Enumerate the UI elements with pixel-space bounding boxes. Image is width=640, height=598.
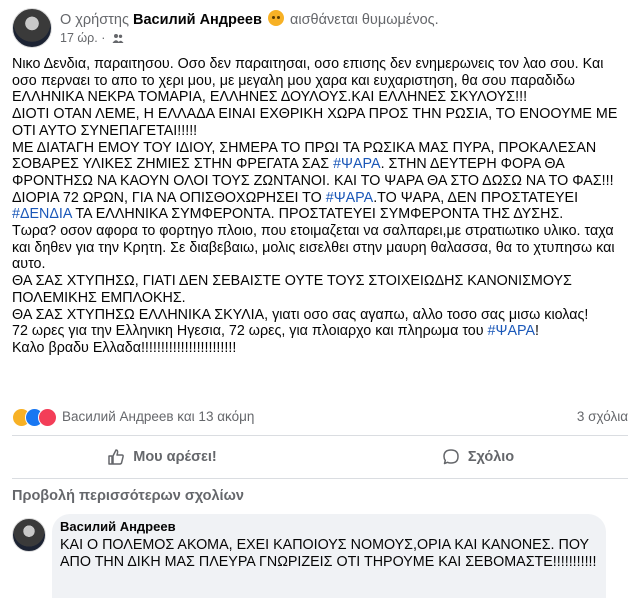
reactions-bar: Василий Андреев και 13 ακόμη 3 σχόλια: [12, 406, 628, 428]
post-text: ΔΙΟΤΙ ΟΤΑΝ ΛΕΜΕ, Η ΕΛΛΑΔΑ ΕΙΝΑΙ ΕΧΘΡΙΚΗ …: [12, 106, 618, 139]
post-text: ΔΙΟΡΙΑ 72 ΩΡΩΝ, ΓΙΑ ΝΑ ΟΠΙΣΘΟΧΩΡΗΣΕΙ ΤΟ: [12, 189, 326, 206]
divider-top: [12, 435, 628, 436]
hashtag-link[interactable]: #ΨΑΡΑ: [333, 156, 380, 172]
view-more-comments-link[interactable]: Προβολή περισσότερων σχολίων: [12, 488, 244, 504]
post-text: ΘΑ ΣΑΣ ΧΤΥΠΗΣΩ ΕΛΛΗΝΙΚΑ ΣΚΥΛΙΑ, γιατι οσ…: [12, 306, 589, 323]
hashtag-link[interactable]: #ΔΕΝΔΙΑ: [12, 206, 72, 222]
post-text: ΤΑ ΕΛΛΗΝΙΚΑ ΣΥΜΦΕΡΟΝΤΑ. ΠΡΟΣΤΑΤΕΥΕΙ ΣΥΜΦ…: [71, 206, 564, 223]
thumbs-up-icon: [108, 449, 125, 465]
post-paragraph: ΜΕ ΔΙΑΤΑΓΗ ΕΜΟΥ ΤΟΥ ΙΔΙΟΥ, ΣΗΜΕΡΑ ΤΟ ΠΡΩ…: [12, 140, 628, 190]
post-paragraph: Τωρα? οσον αφορα το φορτηγο πλοιο, που ε…: [12, 223, 628, 273]
post-text: Καλο βραδυ Ελλαδα!!!!!!!!!!!!!!!!!!!!!!!…: [12, 339, 237, 356]
friends-icon[interactable]: [112, 33, 124, 43]
meta-separator: ·: [101, 31, 106, 45]
post-paragraph: ΔΙΟΤΙ ΟΤΑΝ ΛΕΜΕ, Η ΕΛΛΑΔΑ ΕΙΝΑΙ ΕΧΘΡΙΚΗ …: [12, 106, 628, 139]
post-text: ΘΑ ΣΑΣ ΧΤΥΠΗΣΩ, ΓΙΑΤΙ ΔΕΝ ΣΕΒΑΙΣΤΕ ΟΥΤΕ …: [12, 273, 572, 306]
like-button[interactable]: Μου αρέσει!: [12, 440, 312, 474]
love-reaction-icon[interactable]: [38, 408, 57, 427]
comment-author-link[interactable]: Василий Андреев: [60, 519, 176, 534]
angry-face-icon: [267, 10, 284, 26]
comment-button[interactable]: Σχόλιο: [328, 440, 628, 474]
comments-count[interactable]: 3 σχόλια: [577, 409, 628, 424]
post-paragraph: Καλο βραδυ Ελλαδα!!!!!!!!!!!!!!!!!!!!!!!…: [12, 340, 628, 357]
post-paragraph: ΔΙΟΡΙΑ 72 ΩΡΩΝ, ΓΙΑ ΝΑ ΟΠΙΣΘΟΧΩΡΗΣΕΙ ΤΟ …: [12, 190, 628, 223]
post-text: Τωρα? οσον αφορα το φορτηγο πλοιο, που ε…: [12, 223, 615, 273]
like-button-label: Μου αρέσει!: [133, 449, 217, 465]
post-paragraph: ΘΑ ΣΑΣ ΧΤΥΠΗΣΩ, ΓΙΑΤΙ ΔΕΝ ΣΕΒΑΙΣΤΕ ΟΥΤΕ …: [12, 273, 628, 306]
author-name-link[interactable]: Василий Андреев: [133, 12, 262, 28]
comment-text: ΚΑΙ Ο ΠΟΛΕΜΟΣ ΑΚΟΜΑ, ΕΧΕΙ ΚΑΠΟΙΟΥΣ ΝΟΜΟΥ…: [60, 537, 597, 570]
author-avatar[interactable]: [12, 8, 52, 48]
post-text: .ΤΟ ΨΑΡΑ, ΔΕΝ ΠΡΟΣΤΑΤΕΥΕΙ: [373, 189, 579, 206]
hashtag-link[interactable]: #ΨΑΡΑ: [326, 190, 373, 206]
post-paragraph: 72 ωρες για την Ελληνικη Ηγεσια, 72 ωρες…: [12, 323, 628, 340]
post-header-line: Ο χρήστης Василий Андреев αισθάνεται θυμ…: [60, 10, 439, 28]
comment-bubble: Василий Андреев ΚΑΙ Ο ΠΟΛΕΜΟΣ ΑΚΟΜΑ, ΕΧΕ…: [52, 514, 606, 598]
comment-button-label: Σχόλιο: [467, 449, 515, 465]
post-header: Ο χρήστης Василий Андреев αισθάνεται θυμ…: [10, 6, 630, 50]
hashtag-link[interactable]: #ΨΑΡΑ: [488, 323, 535, 339]
post-meta: 17 ώρ. ·: [60, 31, 124, 45]
comment-bubble-icon: [443, 449, 459, 465]
post-actions: Μου αρέσει! Σχόλιο: [12, 440, 628, 474]
reaction-names[interactable]: Василий Андреев και 13 ακόμη: [62, 409, 254, 424]
post-body: Νικο Δενδια, παραιτησου. Οσο δεν παραιτη…: [12, 56, 628, 357]
divider-bottom: [12, 478, 628, 479]
post-text: !: [535, 323, 539, 340]
post-paragraph: ΘΑ ΣΑΣ ΧΤΥΠΗΣΩ ΕΛΛΗΝΙΚΑ ΣΚΥΛΙΑ, γιατι οσ…: [12, 307, 628, 324]
commenter-avatar[interactable]: [12, 518, 46, 552]
header-prefix: Ο χρήστης: [60, 12, 129, 28]
feeling-text: αισθάνεται θυμωμένος.: [289, 12, 439, 28]
post-paragraph: Νικο Δενδια, παραιτησου. Οσο δεν παραιτη…: [12, 56, 628, 106]
post-text: Νικο Δενδια, παραιτησου. Οσο δεν παραιτη…: [12, 56, 604, 106]
post-text: 72 ωρες για την Ελληνικη Ηγεσια, 72 ωρες…: [12, 323, 488, 340]
post-timestamp[interactable]: 17 ώρ.: [60, 31, 98, 45]
